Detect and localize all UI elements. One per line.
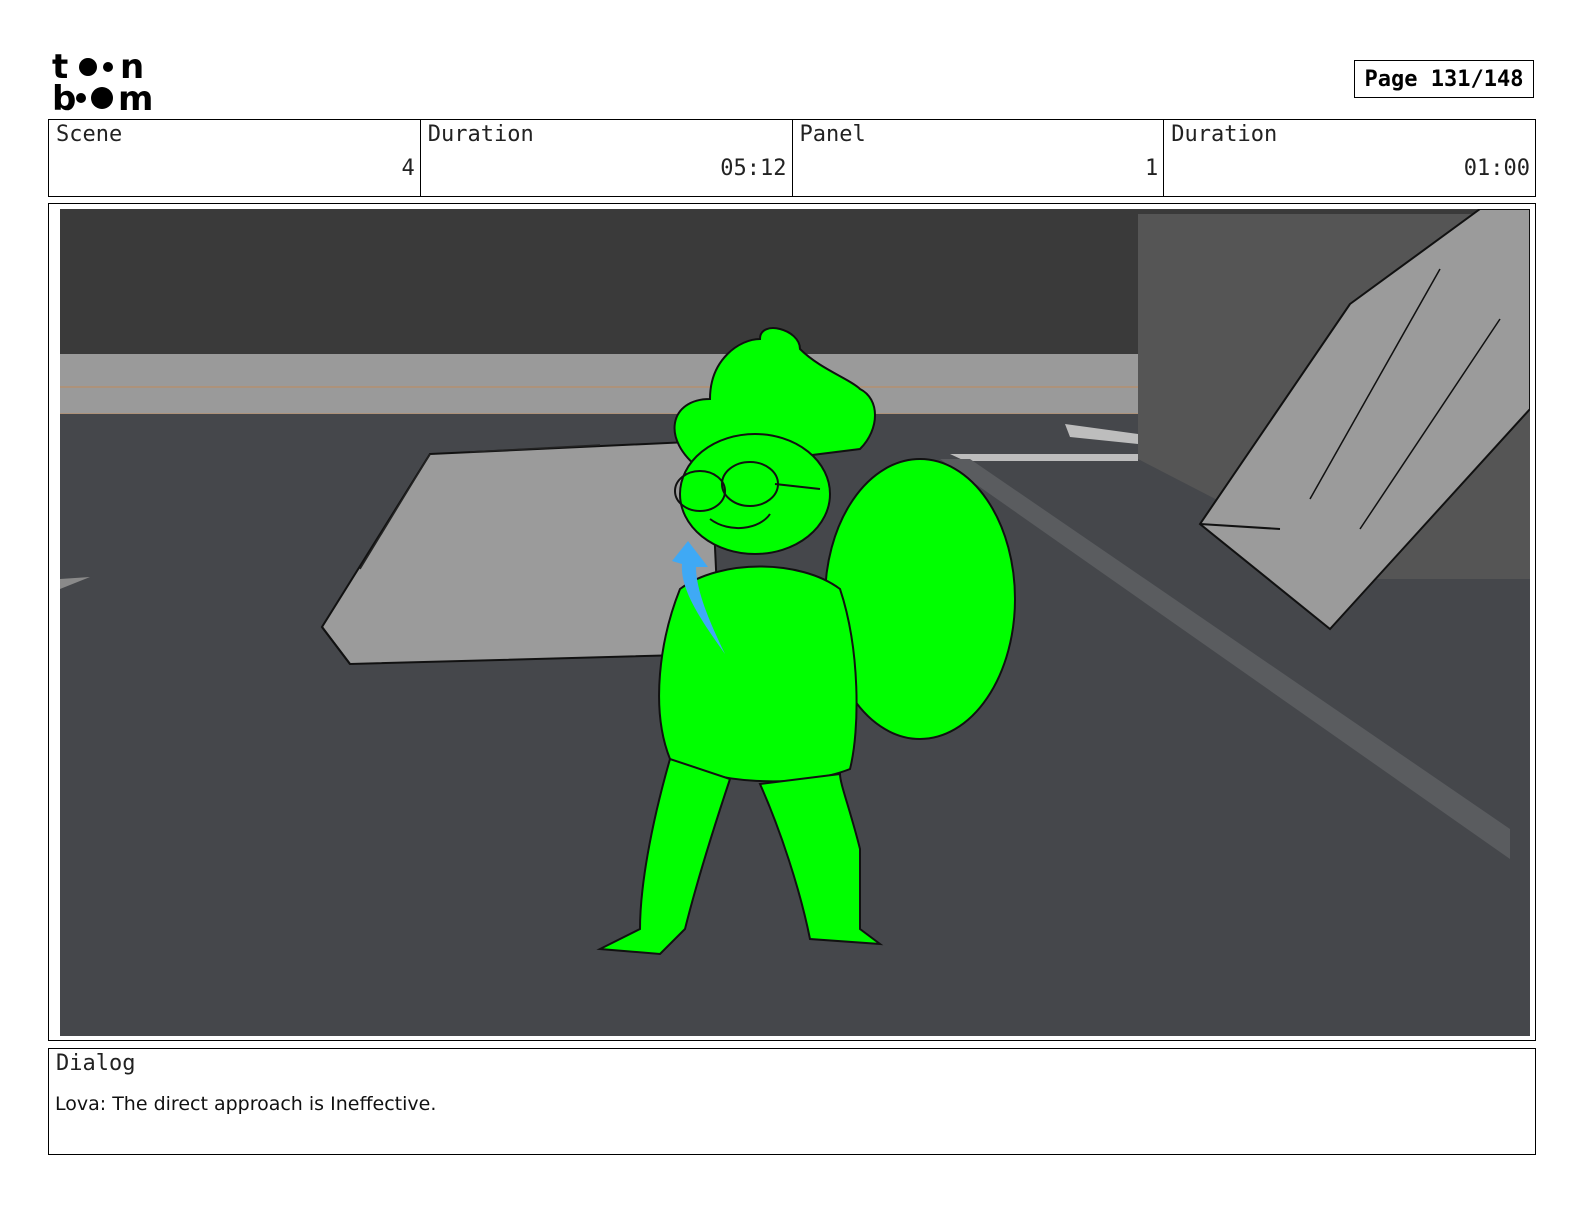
scene-label: Scene [56, 122, 123, 147]
scene-value: 4 [401, 156, 415, 181]
panel-value: 1 [1145, 156, 1159, 181]
panel-duration-value: 01:00 [1463, 156, 1530, 181]
ledge-band [60, 354, 1160, 414]
svg-text:b: b [52, 79, 76, 112]
dialog-label: Dialog [56, 1051, 136, 1076]
head [679, 433, 831, 555]
dialog-box: Dialog Lova: The direct approach is Inef… [48, 1048, 1536, 1155]
panel-cell: Panel 1 [793, 120, 1165, 196]
page-number: Page 131/148 [1354, 60, 1534, 98]
panel-duration-label: Duration [1171, 122, 1278, 147]
storyboard-panel-image [60, 209, 1530, 1036]
panel-label: Panel [799, 122, 866, 147]
panel-duration-cell: Duration 01:00 [1164, 120, 1535, 196]
scene-duration-value: 05:12 [720, 156, 787, 181]
dialog-text: Lova: The direct approach is Ineffective… [55, 1093, 437, 1115]
svg-text:m: m [118, 79, 153, 112]
scene-duration-cell: Duration 05:12 [421, 120, 793, 196]
body [658, 565, 858, 783]
scene-cell: Scene 4 [49, 120, 421, 196]
scene-info-table: Scene 4 Duration 05:12 Panel 1 Duration … [48, 119, 1536, 197]
scene-duration-label: Duration [427, 122, 534, 147]
toon-boom-logo: t n b m [52, 50, 153, 112]
